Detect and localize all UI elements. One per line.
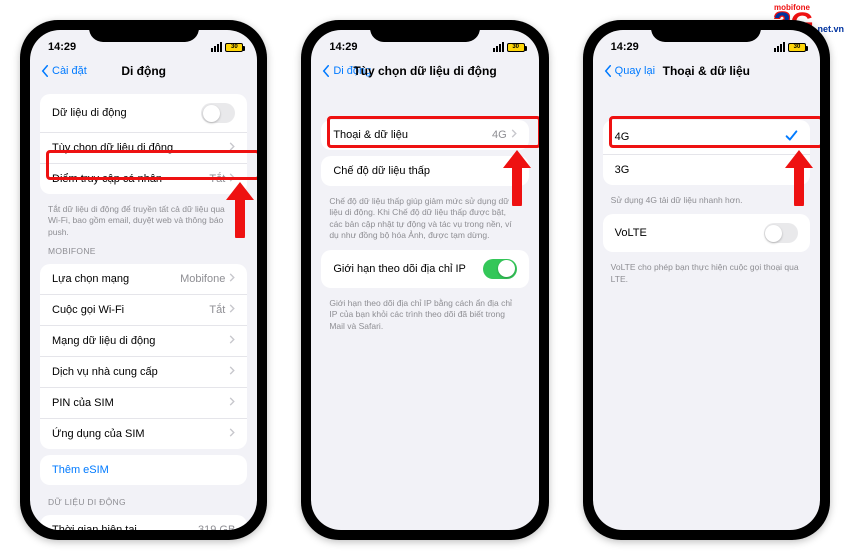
back-button[interactable]: Di động [321, 65, 371, 77]
cell-sim-pin[interactable]: PIN của SIM [40, 388, 247, 419]
section-header: DỮ LIỆU DI ĐỘNG [30, 491, 257, 509]
battery-icon: 30 [225, 43, 243, 52]
chevron-right-icon [229, 273, 235, 285]
cell-hotspot[interactable]: Điểm truy cập cá nhân Tắt [40, 164, 247, 194]
chevron-left-icon [603, 65, 613, 77]
toggle-on[interactable] [483, 259, 517, 279]
status-time: 14:29 [48, 41, 76, 53]
footer-text: Chế độ dữ liệu thấp giúp giảm mức sử dụn… [311, 192, 538, 244]
chevron-right-icon [229, 335, 235, 347]
notch [651, 20, 761, 42]
cell-sim-apps[interactable]: Ứng dụng của SIM [40, 419, 247, 449]
phone-frame-1: 14:29 30 Cài đặt Di động Dữ liệu di động… [20, 20, 267, 540]
cell-carrier[interactable]: Lựa chọn mạng Mobifone [40, 264, 247, 295]
cell-option-3g[interactable]: 3G [603, 155, 810, 185]
cell-wifi-calling[interactable]: Cuộc gọi Wi-Fi Tắt [40, 295, 247, 326]
chevron-right-icon [511, 129, 517, 141]
signal-icon [493, 42, 504, 52]
toggle-off[interactable] [201, 103, 235, 123]
cell-carrier-services[interactable]: Dịch vụ nhà cung cấp [40, 357, 247, 388]
footer-text: Giới hạn theo dõi địa chỉ IP bằng cách ẩ… [311, 294, 538, 334]
cell-option-4g[interactable]: 4G [603, 120, 810, 155]
notch [89, 20, 199, 42]
nav-header: Cài đặt Di động [30, 58, 257, 88]
cell-add-esim[interactable]: Thêm eSIM [40, 455, 247, 485]
footer-text: Sử dụng 4G tải dữ liệu nhanh hơn. [593, 191, 820, 208]
footer-text: VoLTE cho phép bạn thực hiện cuộc gọi th… [593, 258, 820, 287]
battery-icon: 30 [788, 43, 806, 52]
footer-text: Tắt dữ liệu di động để truyền tất cả dữ … [30, 200, 257, 240]
chevron-right-icon [229, 142, 235, 154]
cell-current-period: Thời gian hiện tại 319 GB [40, 515, 247, 530]
chevron-left-icon [321, 65, 331, 77]
cell-volte[interactable]: VoLTE [603, 214, 810, 252]
cell-cellular-options[interactable]: Tùy chọn dữ liệu di động [40, 133, 247, 164]
battery-icon: 30 [507, 43, 525, 52]
signal-icon [774, 42, 785, 52]
phone-frame-2: 14:29 30 Di động Tùy chọn dữ liệu di độn… [301, 20, 548, 540]
chevron-right-icon [229, 173, 235, 185]
toggle-off[interactable] [764, 223, 798, 243]
chevron-right-icon [229, 397, 235, 409]
nav-header: Quay lại Thoại & dữ liệu [593, 58, 820, 88]
notch [370, 20, 480, 42]
cell-voice-data[interactable]: Thoại & dữ liệu 4G [321, 120, 528, 150]
chevron-right-icon [229, 366, 235, 378]
cell-data-network[interactable]: Mạng dữ liệu di động [40, 326, 247, 357]
phone-frame-3: 14:29 30 Quay lại Thoại & dữ liệu 4G 3G [583, 20, 830, 540]
chevron-right-icon [229, 428, 235, 440]
back-button[interactable]: Quay lại [603, 65, 655, 77]
status-time: 14:29 [329, 41, 357, 53]
back-label: Cài đặt [52, 65, 87, 77]
cell-low-data-mode[interactable]: Chế độ dữ liệu thấp [321, 156, 528, 186]
back-label: Quay lại [615, 65, 655, 77]
nav-header: Di động Tùy chọn dữ liệu di động [311, 58, 538, 88]
signal-icon [211, 42, 222, 52]
chevron-right-icon [229, 304, 235, 316]
section-header: MOBIFONE [30, 240, 257, 258]
chevron-left-icon [40, 65, 50, 77]
back-label: Di động [333, 65, 371, 77]
status-time: 14:29 [611, 41, 639, 53]
cell-limit-ip-tracking[interactable]: Giới hạn theo dõi địa chỉ IP [321, 250, 528, 288]
checkmark-icon [785, 129, 798, 145]
back-button[interactable]: Cài đặt [40, 65, 87, 77]
cell-cellular-data[interactable]: Dữ liệu di động [40, 94, 247, 133]
